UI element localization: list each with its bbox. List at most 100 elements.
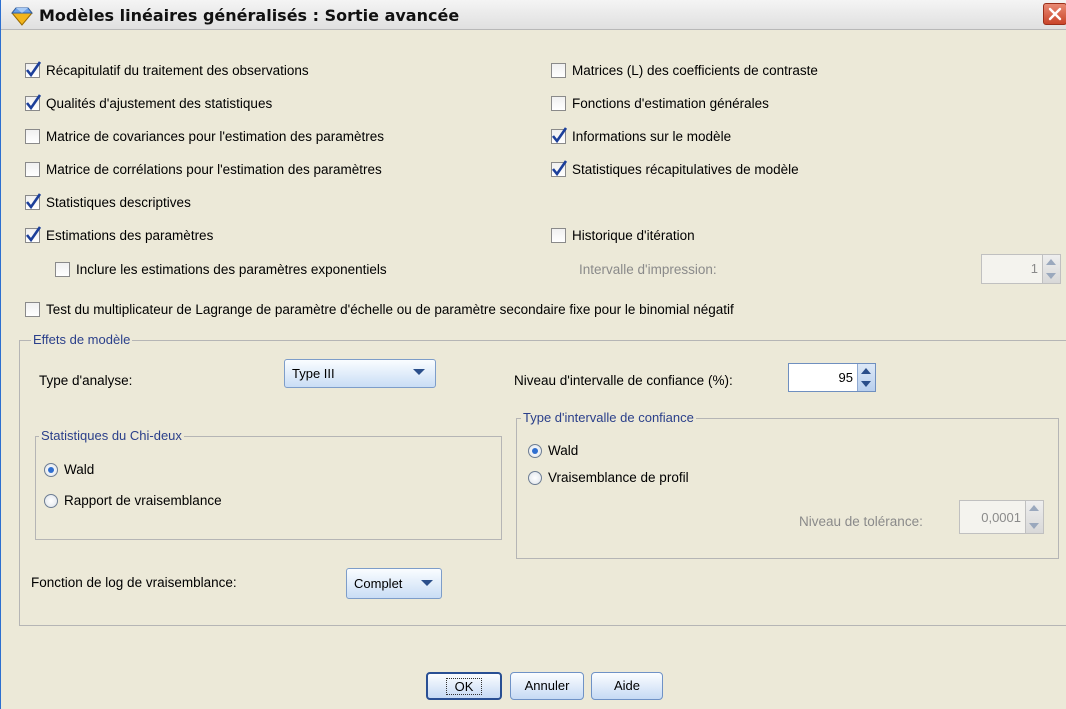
log-likelihood-value: Complet	[354, 576, 403, 591]
close-icon	[1048, 7, 1062, 21]
checkbox-descriptive-statistics[interactable]: Statistiques descriptives	[25, 193, 191, 210]
spin-down-icon	[861, 381, 871, 387]
checkbox-label: Test du multiplicateur de Lagrange de pa…	[46, 302, 734, 317]
checkbox-box[interactable]	[25, 302, 40, 317]
model-effects-legend: Effets de modèle	[31, 332, 133, 347]
checkbox-box[interactable]	[551, 63, 566, 78]
checkbox-correlation-matrix[interactable]: Matrice de corrélations pour l'estimatio…	[25, 162, 382, 177]
tolerance-value: 0,0001	[981, 510, 1021, 525]
checkbox-box[interactable]	[551, 160, 568, 177]
checkbox-label: Récapitulatif du traitement des observat…	[46, 63, 309, 78]
spin-up-icon	[1029, 505, 1039, 511]
checkbox-label: Historique d'itération	[572, 228, 695, 243]
print-interval-spinner[interactable]: 1	[981, 254, 1061, 284]
log-likelihood-dropdown[interactable]: Complet	[346, 568, 442, 599]
checkbox-model-information[interactable]: Informations sur le modèle	[551, 127, 732, 144]
close-button[interactable]	[1043, 3, 1066, 25]
ci-type-group	[516, 418, 1059, 559]
radio-ci-profile-likelihood[interactable]: Vraisemblance de profil	[528, 470, 689, 485]
checkbox-contrast-matrices[interactable]: Matrices (L) des coefficients de contras…	[551, 63, 818, 78]
radio-ci-wald[interactable]: Wald	[528, 443, 578, 458]
radio-label: Wald	[64, 462, 95, 477]
radio-chi-square-wald[interactable]: Wald	[44, 462, 94, 477]
checkbox-box[interactable]	[551, 96, 566, 111]
dialog-window: Modèles linéaires généralisés : Sortie a…	[0, 0, 1066, 709]
radio-chi-square-likelihood-ratio[interactable]: Rapport de vraisemblance	[44, 493, 222, 508]
checkbox-label: Statistiques descriptives	[46, 195, 191, 210]
chevron-down-icon	[413, 369, 425, 375]
spinner-buttons[interactable]	[1042, 255, 1060, 283]
checkmark-icon	[551, 127, 568, 144]
checkbox-iteration-history[interactable]: Historique d'itération	[551, 228, 695, 243]
print-interval-value: 1	[1030, 261, 1038, 276]
checkmark-icon	[25, 193, 42, 210]
radio-label: Rapport de vraisemblance	[64, 493, 222, 508]
checkbox-label: Fonctions d'estimation générales	[572, 96, 769, 111]
radio-circle[interactable]	[528, 443, 542, 458]
checkmark-icon	[25, 226, 42, 243]
tolerance-label: Niveau de tolérance:	[799, 514, 923, 529]
checkbox-box[interactable]	[25, 129, 40, 144]
confidence-level-value: 95	[838, 370, 853, 385]
print-interval-label: Intervalle d'impression:	[579, 262, 717, 277]
radio-circle[interactable]	[44, 493, 58, 508]
checkbox-label: Estimations des paramètres	[46, 228, 214, 243]
spin-down-icon	[1046, 273, 1056, 279]
checkmark-icon	[25, 94, 42, 111]
radio-label: Wald	[548, 443, 579, 458]
chi-square-group	[35, 436, 502, 540]
cancel-button[interactable]: Annuler	[510, 672, 584, 700]
radio-label: Vraisemblance de profil	[548, 470, 689, 485]
spinner-buttons[interactable]	[1025, 501, 1043, 533]
checkmark-icon	[551, 160, 568, 177]
checkbox-label: Informations sur le modèle	[572, 129, 732, 144]
app-diamond-icon	[11, 7, 33, 26]
checkbox-box[interactable]	[551, 127, 568, 144]
chevron-down-icon	[421, 580, 433, 586]
checkbox-exponential-estimates[interactable]: Inclure les estimations des paramètres e…	[55, 262, 387, 277]
ok-button-label: OK	[445, 678, 483, 695]
help-button[interactable]: Aide	[591, 672, 663, 700]
cancel-button-label: Annuler	[524, 678, 570, 693]
checkbox-label: Qualités d'ajustement des statistiques	[46, 96, 273, 111]
checkbox-label: Matrices (L) des coefficients de contras…	[572, 63, 818, 78]
checkbox-label: Inclure les estimations des paramètres e…	[76, 262, 387, 277]
checkbox-parameter-estimates[interactable]: Estimations des paramètres	[25, 226, 214, 243]
spin-up-icon	[1046, 259, 1056, 265]
checkbox-box[interactable]	[55, 262, 70, 277]
ci-type-legend: Type d'intervalle de confiance	[521, 410, 696, 425]
analysis-type-label: Type d'analyse:	[39, 373, 133, 388]
help-button-label: Aide	[613, 678, 641, 693]
checkbox-box[interactable]	[25, 193, 42, 210]
checkbox-box[interactable]	[25, 226, 42, 243]
tolerance-spinner[interactable]: 0,0001	[959, 500, 1044, 534]
radio-circle[interactable]	[44, 462, 58, 477]
analysis-type-value: Type III	[292, 366, 335, 381]
checkbox-goodness-of-fit[interactable]: Qualités d'ajustement des statistiques	[25, 94, 273, 111]
chi-square-legend: Statistiques du Chi-deux	[39, 428, 184, 443]
checkbox-box[interactable]	[551, 228, 566, 243]
spin-up-icon	[861, 368, 871, 374]
analysis-type-dropdown[interactable]: Type III	[284, 359, 436, 388]
checkbox-label: Matrice de corrélations pour l'estimatio…	[46, 162, 382, 177]
spinner-buttons[interactable]	[857, 364, 875, 391]
checkbox-box[interactable]	[25, 94, 42, 111]
checkbox-case-processing-summary[interactable]: Récapitulatif du traitement des observat…	[25, 61, 309, 78]
spin-down-icon	[1029, 523, 1039, 529]
checkbox-general-estimable-functions[interactable]: Fonctions d'estimation générales	[551, 96, 769, 111]
checkmark-icon	[25, 61, 42, 78]
log-likelihood-label: Fonction de log de vraisemblance:	[31, 575, 237, 590]
window-title: Modèles linéaires généralisés : Sortie a…	[39, 6, 460, 25]
checkbox-label: Statistiques récapitulatives de modèle	[572, 162, 799, 177]
confidence-level-label: Niveau d'intervalle de confiance (%):	[514, 373, 733, 388]
checkbox-model-summary-statistics[interactable]: Statistiques récapitulatives de modèle	[551, 160, 799, 177]
radio-circle[interactable]	[528, 470, 542, 485]
checkbox-lagrange-multiplier-test[interactable]: Test du multiplicateur de Lagrange de pa…	[25, 302, 734, 317]
checkbox-label: Matrice de covariances pour l'estimation…	[46, 129, 384, 144]
title-bar[interactable]: Modèles linéaires généralisés : Sortie a…	[1, 0, 1066, 30]
ok-button[interactable]: OK	[426, 672, 502, 700]
checkbox-box[interactable]	[25, 61, 42, 78]
checkbox-covariance-matrix[interactable]: Matrice de covariances pour l'estimation…	[25, 129, 384, 144]
confidence-level-spinner[interactable]: 95	[788, 363, 876, 392]
checkbox-box[interactable]	[25, 162, 40, 177]
